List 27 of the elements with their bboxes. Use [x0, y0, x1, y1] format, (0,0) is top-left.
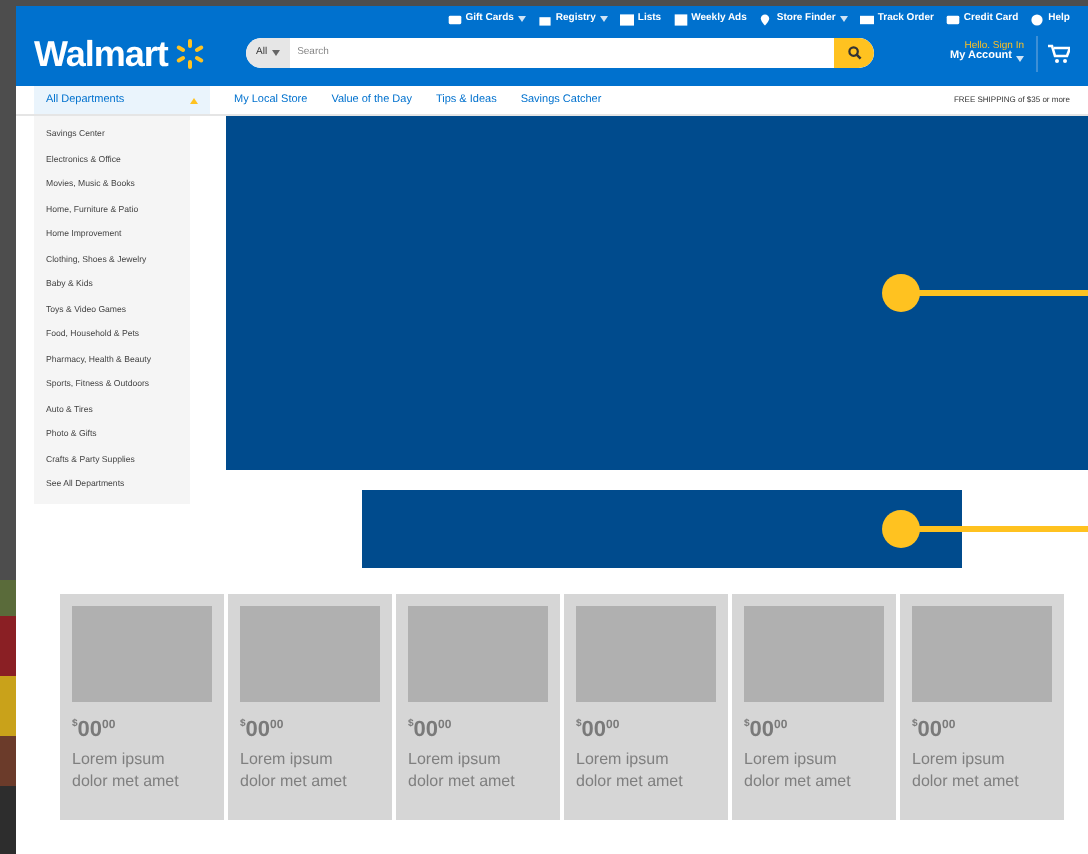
image-placeholder	[408, 606, 548, 702]
product-description: Lorem ipsum dolor met amet	[240, 748, 349, 792]
cart-icon[interactable]	[1048, 43, 1070, 63]
search-button[interactable]	[834, 38, 874, 68]
search-icon	[847, 46, 861, 60]
product-description: Lorem ipsum dolor met amet	[912, 748, 1021, 792]
image-placeholder	[576, 606, 716, 702]
product-description: Lorem ipsum dolor met amet	[72, 748, 181, 792]
caret-icon	[599, 16, 608, 22]
product-description: Lorem ipsum dolor met amet	[408, 748, 517, 792]
product-description: Lorem ipsum dolor met amet	[576, 748, 685, 792]
spark-icon	[173, 37, 206, 69]
image-placeholder	[240, 606, 380, 702]
caret-icon	[190, 97, 198, 103]
logo-wordmark: Walmart	[34, 35, 168, 71]
pin-icon	[758, 13, 773, 25]
image-placeholder	[72, 606, 212, 702]
card-icon	[945, 13, 960, 25]
caret-icon	[271, 50, 280, 56]
image-placeholder	[912, 606, 1052, 702]
caret-icon	[517, 16, 526, 22]
product-description: Lorem ipsum dolor met amet	[744, 748, 853, 792]
caret-icon	[1016, 55, 1024, 61]
image-placeholder	[744, 606, 884, 702]
card-icon	[447, 13, 462, 25]
caret-icon	[839, 16, 848, 22]
logo[interactable]: Walmart	[34, 35, 246, 71]
